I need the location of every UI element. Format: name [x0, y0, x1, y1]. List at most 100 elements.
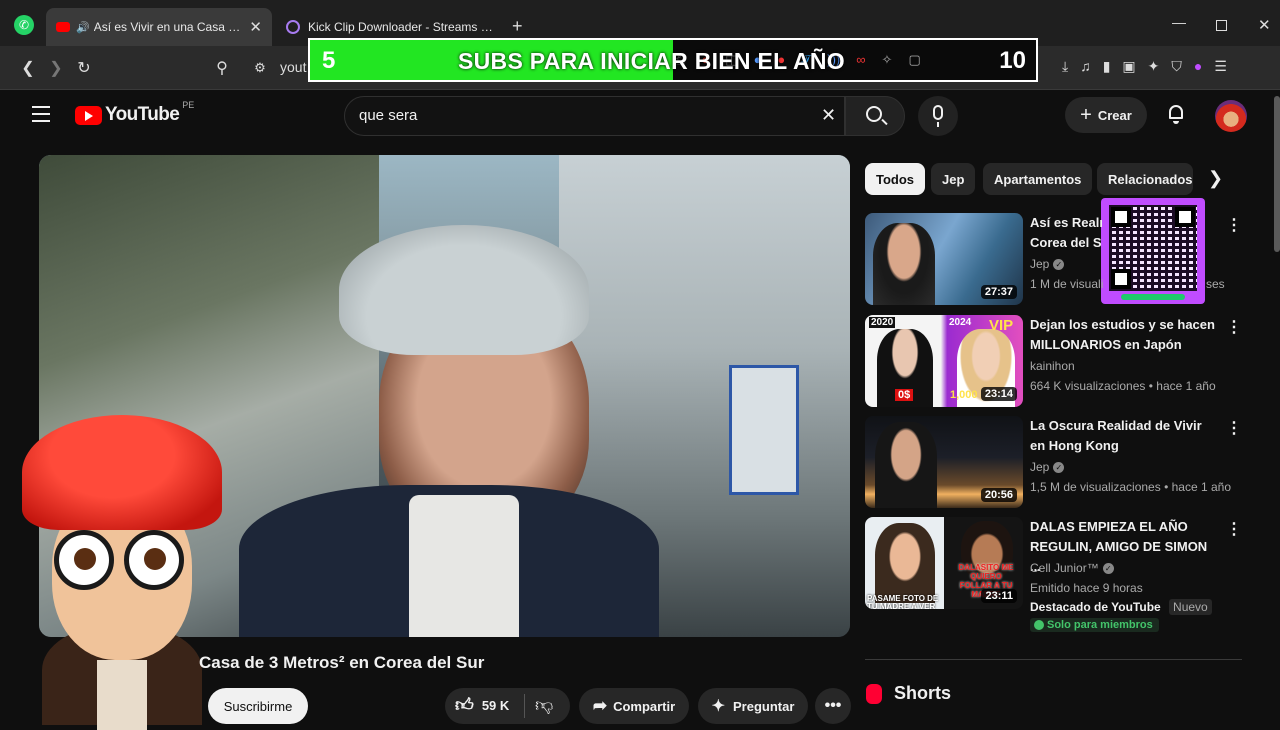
rec-meta-3: 1,5 M de visualizaciones • hace 1 año: [1030, 480, 1231, 494]
sidebar-icon[interactable]: ▮: [1103, 58, 1111, 78]
rec-channel-2[interactable]: kainihon: [1030, 359, 1075, 373]
members-only-badge: Solo para miembros: [1030, 618, 1159, 632]
chip-todos[interactable]: Todos: [865, 163, 926, 195]
rec-menu-icon-2[interactable]: ⋮: [1226, 317, 1242, 337]
rec-title-3[interactable]: La Oscura Realidad de Vivir en Hong Kong: [1030, 416, 1220, 456]
create-button[interactable]: + Crear: [1065, 97, 1147, 133]
rec-channel-1[interactable]: Jep ✓: [1030, 257, 1065, 271]
duration-badge: 27:37: [980, 285, 1017, 299]
clear-search-icon[interactable]: ✕: [821, 105, 836, 126]
address-bar[interactable]: yout: [280, 59, 306, 75]
verified-icon: ✓: [1102, 563, 1114, 575]
download-icon[interactable]: ⤓: [1062, 58, 1068, 78]
youtube-logo[interactable]: YouTube PE: [75, 100, 194, 126]
close-window-icon[interactable]: ✕: [1258, 16, 1271, 34]
rec-thumbnail-4[interactable]: PASAME FOTO DE TU MADRE A VER DALASITO M…: [865, 517, 1023, 609]
voice-search-button[interactable]: [918, 96, 958, 136]
rec-thumbnail-2[interactable]: 2020 2024 VIP 0$ 1,000 23:14: [865, 315, 1023, 407]
ai-icon[interactable]: ✦: [1148, 58, 1160, 78]
thumbs-up-icon: 👍︎: [455, 695, 474, 715]
thumbs-down-icon: 👎︎: [535, 695, 554, 715]
like-button[interactable]: 👍︎ 59 K: [455, 694, 509, 716]
rec-menu-icon-1[interactable]: ⋮: [1226, 215, 1242, 235]
rec-channel-4[interactable]: Cell Junior™ ✓: [1030, 561, 1114, 575]
menu-icon[interactable]: ☰: [1214, 58, 1227, 78]
chips-next-icon[interactable]: ❯: [1208, 168, 1223, 189]
rec-menu-icon-4[interactable]: ⋮: [1226, 519, 1242, 539]
thumb-caption-left: PASAME FOTO DE TU MADRE A VER: [867, 594, 939, 610]
plus-icon: +: [1080, 103, 1092, 126]
thumb-person: [873, 223, 935, 305]
thumb-person-left: [875, 523, 935, 603]
goal-target: 10: [999, 47, 1026, 74]
dislike-button[interactable]: 👎︎: [535, 694, 553, 716]
qr-code-overlay: [1101, 198, 1205, 304]
subscribe-button[interactable]: Suscribirme: [208, 688, 308, 724]
reload-icon[interactable]: ↻: [72, 56, 96, 80]
new-tab-icon[interactable]: +: [512, 16, 523, 37]
forward-icon[interactable]: ❯: [44, 56, 68, 80]
video-frame-cap: [339, 225, 589, 355]
rec-thumbnail-3[interactable]: 20:56: [865, 416, 1023, 508]
notifications-bell-icon[interactable]: [1166, 104, 1186, 124]
rec-meta-tail-1: ses: [1206, 277, 1225, 291]
like-count: 59 K: [481, 697, 510, 713]
duration-badge: 20:56: [980, 488, 1017, 502]
back-icon[interactable]: ❮: [16, 56, 40, 80]
thumb-year-right: 2024: [949, 317, 972, 328]
site-settings-icon[interactable]: ⚙: [248, 56, 272, 80]
wallet-icon[interactable]: ▣: [1122, 58, 1135, 78]
chip-jep[interactable]: Jep: [931, 163, 976, 195]
whatsapp-icon[interactable]: ✆: [14, 15, 34, 35]
avatar-beanie: [22, 415, 222, 530]
extensions-strip[interactable]: ⤓ ♫ ▮ ▣ ✦ ⛉ ● ☰: [1040, 58, 1276, 78]
hamburger-menu-icon[interactable]: [32, 106, 50, 122]
avatar[interactable]: [1215, 100, 1247, 132]
tab-title: Kick Clip Downloader - Streams Char: [308, 20, 496, 34]
microphone-icon: [933, 105, 943, 120]
tab-youtube[interactable]: 🔊 Así es Vivir en una Casa de 3 ✕: [46, 8, 272, 46]
youtube-favicon-icon: [56, 22, 70, 32]
members-icon: [1034, 620, 1044, 631]
bookmark-icon[interactable]: ⚲: [210, 56, 234, 80]
search-icon: [866, 106, 882, 122]
thumb-person: [875, 422, 937, 508]
speaker-icon[interactable]: 🔊: [76, 21, 90, 34]
profile-ext-icon[interactable]: ●: [1194, 58, 1202, 78]
close-tab-icon[interactable]: ✕: [249, 18, 262, 36]
minimize-icon[interactable]: —: [1172, 14, 1186, 30]
search-input[interactable]: que sera: [359, 107, 417, 124]
globe-icon: [286, 20, 300, 34]
rec-title-2[interactable]: Dejan los estudios y se hacen MILLONARIO…: [1030, 315, 1220, 355]
chip-relacionados[interactable]: Relacionados: [1097, 163, 1193, 195]
music-icon[interactable]: ♫: [1080, 58, 1091, 78]
rec-featured-4: Destacado de YouTube Nuevo: [1030, 599, 1212, 615]
subs-goal-overlay: ⎙ ● ◫ ● ● 𝒯))) ∞ ✧ ▢ 5 SUBS PARA INICIAR BIEN EL…: [308, 38, 1038, 82]
shorts-label: Shorts: [894, 683, 952, 703]
create-label: Crear: [1097, 107, 1132, 123]
sparkle-icon: ✦: [711, 698, 725, 715]
tab-title: Así es Vivir en una Casa de 3: [93, 20, 242, 34]
shorts-icon: [866, 683, 882, 704]
rec-meta-4: Emitido hace 9 horas: [1030, 581, 1143, 595]
rec-title-1[interactable]: Así es Realn Corea del Su: [1030, 213, 1102, 253]
chip-apartamentos[interactable]: Apartamentos: [983, 163, 1093, 195]
search-button[interactable]: [845, 96, 905, 136]
video-frame-shirt: [409, 495, 519, 637]
ask-button[interactable]: ✦ Preguntar: [698, 688, 808, 724]
restore-icon[interactable]: [1216, 20, 1227, 31]
logo-text: YouTube: [105, 104, 180, 125]
verified-icon: ✓: [1053, 259, 1065, 271]
rec-meta-2: 664 K visualizaciones • hace 1 año: [1030, 379, 1216, 393]
thumb-vip: VIP: [989, 317, 1014, 334]
rec-menu-icon-3[interactable]: ⋮: [1226, 418, 1242, 438]
shield-icon[interactable]: ⛉: [1171, 58, 1182, 78]
share-button[interactable]: ➦ Compartir: [579, 688, 689, 724]
rec-channel-3[interactable]: Jep ✓: [1030, 460, 1065, 474]
goal-current: 5: [322, 47, 336, 74]
page-scrollbar[interactable]: [1274, 96, 1280, 252]
rec-thumbnail-1[interactable]: 27:37: [865, 213, 1023, 305]
region-code: PE: [182, 100, 195, 110]
search-box[interactable]: que sera ✕: [344, 96, 845, 136]
more-actions-button[interactable]: •••: [815, 688, 851, 724]
